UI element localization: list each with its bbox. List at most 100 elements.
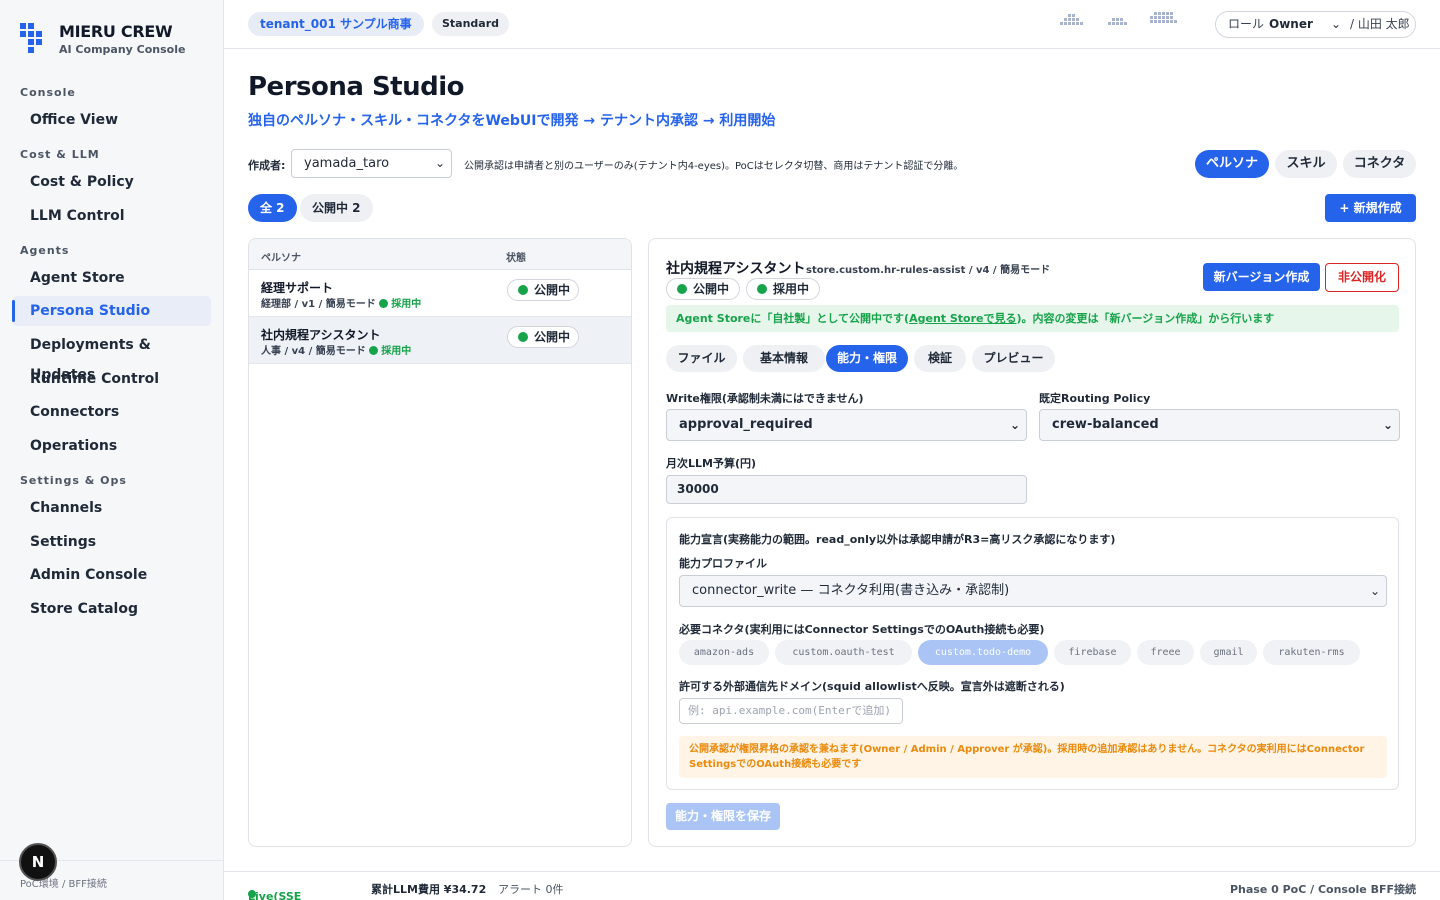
sidebar-item-cost-policy[interactable]: Cost & Policy: [12, 167, 211, 197]
sidebar-item-channels[interactable]: Channels: [12, 493, 211, 523]
author-value: yamada_taro: [304, 156, 390, 171]
notice-text: Agent Storeに「自社製」として公開中です(: [676, 312, 910, 325]
status-text: 公開中: [534, 283, 571, 297]
tab-capabilities[interactable]: 能力・権限: [826, 345, 908, 372]
adopt-text: 採用中: [391, 299, 422, 310]
routing-policy-value: crew-balanced: [1052, 417, 1159, 432]
column-persona: ペルソナ: [261, 253, 301, 264]
row-meta-text: 経理部 / v1 / 簡易モード: [261, 299, 376, 310]
status-bar: Live(SSE接続中) 累計LLM費用 ¥34.72 アラート 0件 Phas…: [224, 871, 1440, 900]
role-selector[interactable]: ロール Owner ⌄ / 山田 太郎: [1215, 11, 1416, 38]
list-item[interactable]: 社内規程アシスタント 人事 / v4 / 簡易モード 採用中 公開中: [249, 317, 631, 364]
tab-preview[interactable]: プレビュー: [972, 345, 1055, 372]
row-meta: 人事 / v4 / 簡易モード 採用中: [261, 342, 411, 357]
domain-input[interactable]: 例: api.example.com(Enterで追加): [679, 698, 903, 724]
routing-policy-select[interactable]: crew-balanced ⌄: [1039, 409, 1400, 441]
sidebar-item-office-view[interactable]: Office View: [12, 105, 211, 135]
plan-badge: Standard: [432, 12, 510, 36]
author-select[interactable]: yamada_taro ⌄: [291, 149, 452, 178]
row-meta: 経理部 / v1 / 簡易モード 採用中: [261, 295, 421, 310]
connector-chip-firebase[interactable]: firebase: [1054, 640, 1131, 665]
list-header: ペルソナ 状態: [249, 239, 631, 270]
tab-validation[interactable]: 検証: [914, 345, 966, 372]
sidebar-item-agent-store[interactable]: Agent Store: [12, 263, 211, 293]
agent-store-link[interactable]: Agent Storeで見る: [909, 312, 1016, 325]
row-title: 社内規程アシスタント: [261, 328, 381, 342]
save-capabilities-button[interactable]: 能力・権限を保存: [666, 803, 780, 830]
write-permission-select[interactable]: approval_required ⌄: [666, 409, 1027, 441]
tab-basic-info[interactable]: 基本情報: [743, 345, 825, 372]
budget-input[interactable]: 30000: [666, 475, 1027, 504]
row-meta-text: 人事 / v4 / 簡易モード: [261, 346, 366, 357]
filter-all[interactable]: 全 2: [248, 194, 297, 222]
sidebar-item-store-catalog[interactable]: Store Catalog: [12, 594, 211, 624]
org-icon[interactable]: [1150, 12, 1177, 26]
status-dot-icon: [518, 285, 528, 295]
adopt-badge: 採用中: [369, 346, 411, 357]
logo-icon: [20, 23, 42, 53]
connectors-label: 必要コネクタ(実利用にはConnector SettingsでのOAuth接続も…: [679, 623, 1045, 636]
tab-files[interactable]: ファイル: [666, 345, 737, 372]
filter-published[interactable]: 公開中 2: [300, 194, 373, 222]
adopt-text: 採用中: [381, 346, 412, 357]
status-badge: 公開中: [507, 279, 579, 301]
sidebar: MIERU CREW AI Company Console Console Of…: [0, 0, 224, 900]
sidebar-item-settings[interactable]: Settings: [12, 527, 211, 557]
capability-section: 能力宣言(実務能力の範囲。read_only以外は承認申請がR3=高リスク承認に…: [666, 517, 1399, 790]
connector-chip-custom-todo-demo[interactable]: custom.todo-demo: [918, 640, 1048, 665]
domain-label: 許可する外部通信先ドメイン(squid allowlistへ反映。宣言外は遮断さ…: [679, 680, 1065, 693]
adopt-text: 採用中: [773, 282, 810, 296]
approval-warning: 公開承認が権限昇格の承認を兼ねます(Owner / Admin / Approv…: [679, 736, 1387, 778]
connector-chip-amazon-ads[interactable]: amazon-ads: [679, 640, 769, 665]
status-dot-icon: [677, 284, 687, 294]
routing-policy-label: 既定Routing Policy: [1039, 392, 1151, 405]
author-note: 公開承認は申請者と別のユーザーのみ(テナント内4-eyes)。PoCはセレクタ切…: [464, 161, 964, 172]
sidebar-item-persona-studio[interactable]: Persona Studio: [12, 296, 211, 326]
sidebar-item-admin-console[interactable]: Admin Console: [12, 560, 211, 590]
tab-skill[interactable]: スキル: [1275, 150, 1337, 178]
connector-chip-rakuten-rms[interactable]: rakuten-rms: [1263, 640, 1360, 665]
assistant-badge[interactable]: N: [19, 843, 57, 881]
persona-list: ペルソナ 状態 経理サポート 経理部 / v1 / 簡易モード 採用中 公開中 …: [248, 238, 632, 847]
column-status: 状態: [506, 253, 526, 264]
status-text: 公開中: [693, 282, 730, 296]
detail-title: 社内規程アシスタント: [666, 261, 806, 277]
brand: MIERU CREW AI Company Console: [20, 22, 185, 57]
connector-chip-gmail[interactable]: gmail: [1200, 640, 1257, 665]
chart-icon[interactable]: [1108, 12, 1127, 26]
sidebar-item-llm-control[interactable]: LLM Control: [12, 201, 211, 231]
sidebar-item-operations[interactable]: Operations: [12, 431, 211, 461]
published-notice: Agent Storeに「自社製」として公開中です(Agent Storeで見る…: [666, 305, 1399, 332]
write-permission-label: Write権限(承認制未満にはできません): [666, 392, 864, 405]
top-bar: tenant_001 サンプル商事 Standard ロール Owner ⌄ /…: [224, 0, 1440, 49]
sidebar-item-connectors[interactable]: Connectors: [12, 397, 211, 427]
status-badge: 公開中: [666, 278, 740, 300]
user-name: / 山田 太郎: [1350, 17, 1410, 31]
unpublish-button[interactable]: 非公開化: [1325, 263, 1399, 292]
write-permission-value: approval_required: [679, 417, 813, 432]
tab-connector[interactable]: コネクタ: [1343, 150, 1416, 178]
alert-count[interactable]: アラート 0件: [498, 881, 564, 897]
connector-chip-freee[interactable]: freee: [1137, 640, 1194, 665]
capability-declaration-label: 能力宣言(実務能力の範囲。read_only以外は承認申請がR3=高リスク承認に…: [679, 533, 1116, 546]
nav-section-settings: Settings & Ops: [20, 474, 127, 487]
brand-title: MIERU CREW: [59, 22, 173, 41]
detail-meta: store.custom.hr-rules-assist / v4 / 簡易モー…: [806, 265, 1051, 276]
page-subtitle: 独自のペルソナ・スキル・コネクタをWebUIで開発 → テナント内承認 → 利用…: [248, 113, 776, 129]
persona-detail: 社内規程アシスタント store.custom.hr-rules-assist …: [648, 238, 1416, 847]
tenant-badge[interactable]: tenant_001 サンプル商事: [248, 12, 424, 36]
new-version-button[interactable]: 新バージョン作成: [1203, 263, 1320, 291]
capability-profile-select[interactable]: connector_write — コネクタ利用(書き込み・承認制) ⌄: [679, 575, 1387, 607]
status-badge: 公開中: [507, 326, 579, 348]
live-text: Live(SSE接続中): [248, 890, 302, 900]
sidebar-item-deployments[interactable]: Deployments & Updates: [12, 330, 211, 383]
connector-chip-custom-oauth-test[interactable]: custom.oauth-test: [775, 640, 912, 665]
list-item[interactable]: 経理サポート 経理部 / v1 / 簡易モード 採用中 公開中: [249, 270, 631, 317]
page-title: Persona Studio: [248, 72, 465, 102]
row-title: 経理サポート: [261, 281, 334, 295]
new-create-button[interactable]: + 新規作成: [1325, 194, 1416, 222]
tab-persona[interactable]: ペルソナ: [1195, 150, 1269, 178]
sidebar-item-runtime-control[interactable]: Runtime Control: [12, 364, 211, 394]
grid-icon[interactable]: [1060, 12, 1083, 26]
llm-cost: 累計LLM費用 ¥34.72: [371, 883, 487, 896]
